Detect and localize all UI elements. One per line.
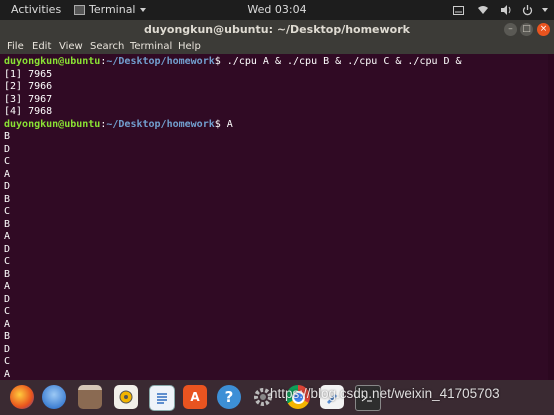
output-line: A <box>4 368 11 380</box>
output-line: B <box>4 268 11 280</box>
writer-icon[interactable] <box>149 385 175 411</box>
prompt-path: ~/Desktop/homework <box>106 56 215 67</box>
system-menu-chevron-icon[interactable] <box>542 8 548 12</box>
menu-terminal[interactable]: Terminal <box>130 39 172 54</box>
job-line: [2] 7966 <box>4 81 53 92</box>
firefox-icon[interactable] <box>10 385 34 409</box>
output-line: B <box>4 218 11 230</box>
output-line: A <box>4 281 11 292</box>
menu-view[interactable]: View <box>59 39 83 54</box>
prompt-end: $ <box>214 118 227 130</box>
power-icon[interactable] <box>522 0 533 20</box>
terminal-scrollbar[interactable] <box>548 54 554 380</box>
window-title-bar[interactable]: duyongkun@ubuntu: ~/Desktop/homework – □… <box>0 20 554 39</box>
prompt-line: duyongkun@ubuntu:~/Desktop/homework$ ./c… <box>4 56 462 69</box>
output-line: B <box>4 331 11 342</box>
output-line: D <box>4 243 11 255</box>
clock[interactable]: Wed 03:04 <box>0 0 554 20</box>
volume-icon[interactable] <box>500 0 512 20</box>
output-line: C <box>4 256 11 267</box>
help-icon[interactable]: ? <box>217 385 241 409</box>
output-line: B <box>4 131 11 142</box>
output-line: D <box>4 293 11 305</box>
command-text: ./cpu A & ./cpu B & ./cpu C & ./cpu D & <box>226 56 462 67</box>
prompt-user: duyongkun@ubuntu <box>4 56 101 67</box>
files-icon[interactable] <box>78 385 102 409</box>
output-line: D <box>4 143 11 155</box>
keyboard-icon[interactable] <box>453 0 464 20</box>
output-line: C <box>4 206 11 217</box>
minimize-button[interactable]: – <box>504 23 517 36</box>
command-text: A <box>226 118 233 130</box>
top-panel: Activities Terminal Wed 03:04 <box>0 0 554 20</box>
maximize-button[interactable]: □ <box>520 23 533 36</box>
prompt-line: duyongkun@ubuntu:~/Desktop/homework$ A <box>4 119 462 132</box>
prompt-end: $ <box>214 56 227 67</box>
software-center-icon[interactable]: A <box>183 385 207 409</box>
menu-file[interactable]: File <box>7 39 24 54</box>
output-line: B <box>4 193 11 205</box>
output-line: A <box>4 318 11 330</box>
thunderbird-icon[interactable] <box>42 385 66 409</box>
output-line: D <box>4 343 11 355</box>
output-line: D <box>4 181 11 192</box>
terminal-output: duyongkun@ubuntu:~/Desktop/homework$ ./c… <box>4 56 462 380</box>
output-line: A <box>4 231 11 242</box>
job-line: [3] 7967 <box>4 93 53 105</box>
menu-edit[interactable]: Edit <box>32 39 51 54</box>
network-icon[interactable] <box>477 0 489 20</box>
job-line: [1] 7965 <box>4 68 53 80</box>
rhythmbox-icon[interactable] <box>114 385 138 409</box>
menu-search[interactable]: Search <box>90 39 124 54</box>
output-line: C <box>4 356 11 367</box>
output-line: C <box>4 306 11 317</box>
terminal-area[interactable]: duyongkun@ubuntu:~/Desktop/homework$ ./c… <box>0 54 548 380</box>
menu-help[interactable]: Help <box>178 39 201 54</box>
menu-bar: File Edit View Search Terminal Help <box>0 39 554 54</box>
window-title: duyongkun@ubuntu: ~/Desktop/homework <box>144 23 410 36</box>
output-line: C <box>4 156 11 167</box>
close-button[interactable]: × <box>537 23 550 36</box>
watermark: https://blog.csdn.net/weixin_41705703 <box>270 386 500 401</box>
output-line: A <box>4 168 11 180</box>
prompt-path: ~/Desktop/homework <box>106 118 215 130</box>
job-line: [4] 7968 <box>4 106 53 117</box>
prompt-user: duyongkun@ubuntu <box>4 118 101 130</box>
